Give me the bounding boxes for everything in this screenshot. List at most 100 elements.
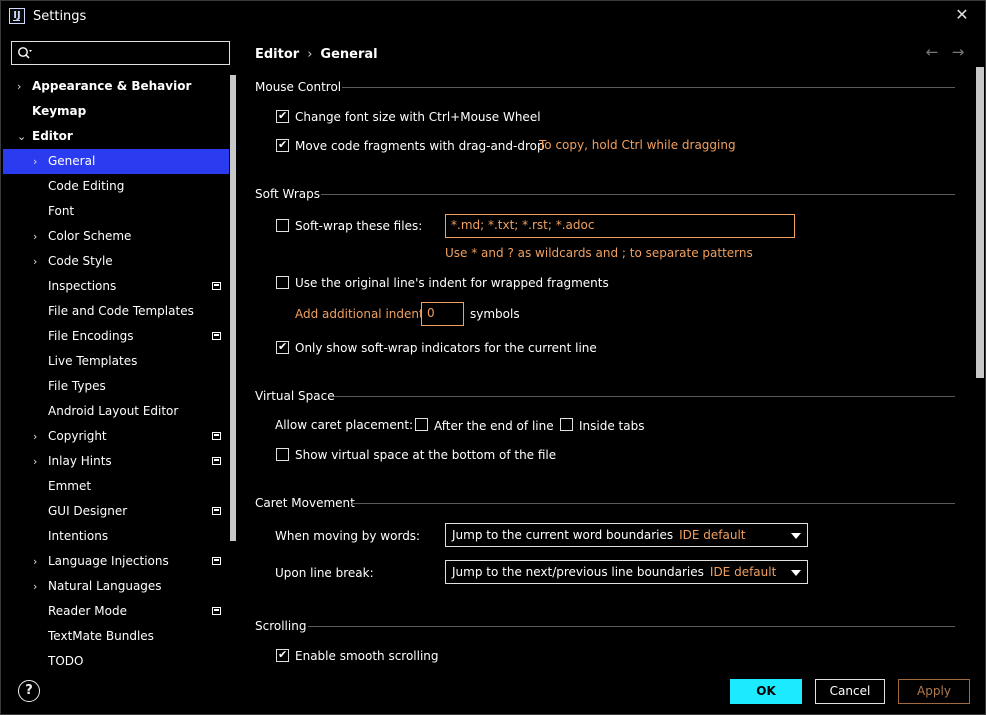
additional-indent-input[interactable]: 0 bbox=[421, 302, 464, 326]
breadcrumb-parent[interactable]: Editor bbox=[255, 47, 299, 62]
tree-item-keymap[interactable]: Keymap bbox=[3, 99, 229, 124]
tree-item-file-encodings[interactable]: File Encodings bbox=[3, 324, 229, 349]
original-indent-label[interactable]: Use the original line's indent for wrapp… bbox=[295, 276, 609, 290]
tree-item-copyright[interactable]: › Copyright bbox=[3, 424, 229, 449]
section-divider bbox=[351, 503, 955, 504]
move-code-fragments-checkbox[interactable] bbox=[276, 138, 289, 152]
soft-wrap-files-input[interactable]: *.md; *.txt; *.rst; *.adoc bbox=[445, 214, 795, 238]
moving-by-words-value: Jump to the current word boundaries bbox=[452, 528, 674, 542]
only-show-indicators-checkbox[interactable] bbox=[276, 340, 289, 354]
section-title-mouse-control: Mouse Control bbox=[255, 80, 342, 94]
tree-item-label: Language Injections bbox=[48, 554, 169, 568]
tree-item-label: File Encodings bbox=[48, 329, 134, 343]
section-divider bbox=[334, 396, 955, 397]
chevron-right-icon[interactable]: › bbox=[33, 424, 45, 449]
panel-scrollbar[interactable] bbox=[976, 67, 984, 378]
section-title-scrolling: Scrolling bbox=[255, 619, 307, 633]
apply-button[interactable]: Apply bbox=[898, 679, 970, 704]
original-indent-checkbox[interactable] bbox=[276, 276, 289, 289]
ide-default-tag: IDE default bbox=[679, 528, 746, 542]
ok-button[interactable]: OK bbox=[730, 679, 802, 704]
tree-item-natural-languages[interactable]: › Natural Languages bbox=[3, 574, 229, 599]
tree-item-inspections[interactable]: Inspections bbox=[3, 274, 229, 299]
tree-item-label: Reader Mode bbox=[48, 604, 127, 618]
tree-item-intentions[interactable]: Intentions bbox=[3, 524, 229, 549]
chevron-right-icon[interactable]: › bbox=[33, 574, 45, 599]
chevron-right-icon[interactable]: › bbox=[33, 149, 45, 174]
chevron-right-icon[interactable]: › bbox=[33, 549, 45, 574]
soft-wrap-files-label[interactable]: Soft-wrap these files: bbox=[295, 219, 422, 233]
chevron-right-icon[interactable]: › bbox=[33, 224, 45, 249]
inside-tabs-label[interactable]: Inside tabs bbox=[579, 419, 644, 433]
additional-indent-label: Add additional indent: bbox=[295, 307, 428, 321]
copy-hint: To copy, hold Ctrl while dragging bbox=[539, 138, 736, 152]
tree-item-label: Code Style bbox=[48, 254, 113, 268]
show-virtual-space-checkbox[interactable] bbox=[276, 448, 289, 461]
dropdown-arrow-icon bbox=[791, 533, 801, 539]
line-break-label: Upon line break: bbox=[275, 566, 374, 580]
line-break-dropdown[interactable]: Jump to the next/previous line boundarie… bbox=[445, 560, 808, 584]
tree-item-label: Emmet bbox=[48, 479, 92, 493]
tree-item-textmate-bundles[interactable]: TextMate Bundles bbox=[3, 624, 229, 649]
tree-item-label: GUI Designer bbox=[48, 504, 128, 518]
after-end-of-line-checkbox[interactable] bbox=[415, 418, 428, 431]
tree-item-general[interactable]: › General bbox=[3, 149, 229, 174]
project-settings-icon bbox=[212, 432, 221, 440]
settings-search[interactable] bbox=[11, 41, 230, 65]
window-title: Settings bbox=[33, 9, 87, 24]
tree-item-label: Android Layout Editor bbox=[48, 404, 179, 418]
back-arrow-icon[interactable]: ← bbox=[923, 43, 941, 61]
settings-window: IJ Settings ✕ › Appearance & Behavior Keym… bbox=[0, 0, 986, 715]
chevron-right-icon[interactable]: › bbox=[33, 249, 45, 274]
soft-wrap-files-checkbox[interactable] bbox=[276, 219, 289, 232]
tree-item-label: Keymap bbox=[32, 104, 87, 118]
ide-default-tag: IDE default bbox=[709, 565, 777, 579]
tree-item-color-scheme[interactable]: › Color Scheme bbox=[3, 224, 229, 249]
tree-item-editor[interactable]: ⌄ Editor bbox=[3, 124, 229, 149]
only-show-indicators-label[interactable]: Only show soft-wrap indicators for the c… bbox=[295, 341, 597, 355]
smooth-scrolling-checkbox[interactable] bbox=[276, 648, 289, 662]
tree-item-code-style[interactable]: › Code Style bbox=[3, 249, 229, 274]
tree-item-live-templates[interactable]: Live Templates bbox=[3, 349, 229, 374]
section-divider bbox=[342, 87, 955, 88]
show-virtual-space-label[interactable]: Show virtual space at the bottom of the … bbox=[295, 448, 556, 462]
close-icon[interactable]: ✕ bbox=[953, 6, 971, 24]
allow-caret-label: Allow caret placement: bbox=[275, 418, 414, 432]
cancel-button[interactable]: Cancel bbox=[815, 679, 885, 704]
change-font-size-label[interactable]: Change font size with Ctrl+Mouse Wheel bbox=[295, 110, 541, 124]
tree-item-gui-designer[interactable]: GUI Designer bbox=[3, 499, 229, 524]
search-input[interactable] bbox=[36, 44, 222, 62]
tree-item-file-and-code-templates[interactable]: File and Code Templates bbox=[3, 299, 229, 324]
tree-scrollbar[interactable] bbox=[230, 75, 236, 541]
tree-item-label: Intentions bbox=[48, 529, 109, 543]
tree-item-inlay-hints[interactable]: › Inlay Hints bbox=[3, 449, 229, 474]
title-bar: IJ Settings ✕ bbox=[1, 1, 985, 32]
breadcrumb-separator: › bbox=[307, 47, 313, 62]
tree-item-appearance-behavior[interactable]: › Appearance & Behavior bbox=[3, 74, 229, 99]
moving-by-words-dropdown[interactable]: Jump to the current word boundaries IDE d… bbox=[445, 523, 808, 547]
tree-item-android-layout-editor[interactable]: Android Layout Editor bbox=[3, 399, 229, 424]
chevron-right-icon[interactable]: › bbox=[17, 74, 29, 99]
move-code-fragments-label[interactable]: Move code fragments with drag-and-drop bbox=[295, 139, 545, 153]
tree-item-label: General bbox=[48, 154, 96, 168]
tree-item-code-editing[interactable]: Code Editing bbox=[3, 174, 229, 199]
chevron-down-icon[interactable]: ⌄ bbox=[17, 124, 29, 149]
tree-item-file-types[interactable]: File Types bbox=[3, 374, 229, 399]
tree-item-emmet[interactable]: Emmet bbox=[3, 474, 229, 499]
smooth-scrolling-label[interactable]: Enable smooth scrolling bbox=[295, 649, 439, 663]
tree-item-reader-mode[interactable]: Reader Mode bbox=[3, 599, 229, 624]
after-end-of-line-label[interactable]: After the end of line bbox=[434, 419, 554, 433]
change-font-size-checkbox[interactable] bbox=[276, 109, 289, 123]
forward-arrow-icon[interactable]: → bbox=[949, 43, 967, 61]
chevron-right-icon[interactable]: › bbox=[33, 449, 45, 474]
project-settings-icon bbox=[212, 607, 221, 615]
tree-item-label: TextMate Bundles bbox=[48, 629, 154, 643]
inside-tabs-checkbox[interactable] bbox=[560, 418, 573, 431]
tree-item-label: Color Scheme bbox=[48, 229, 132, 243]
tree-item-label: Inspections bbox=[48, 279, 117, 293]
section-divider bbox=[308, 626, 955, 627]
tree-item-font[interactable]: Font bbox=[3, 199, 229, 224]
tree-item-language-injections[interactable]: › Language Injections bbox=[3, 549, 229, 574]
help-icon[interactable]: ? bbox=[18, 680, 40, 702]
tree-item-todo[interactable]: TODO bbox=[3, 649, 229, 670]
